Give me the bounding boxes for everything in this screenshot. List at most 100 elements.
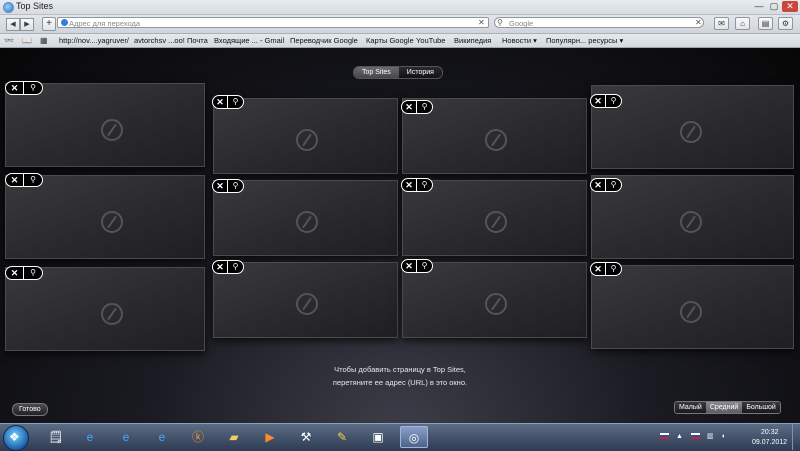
site-thumbnail[interactable]	[402, 180, 587, 256]
pin-icon[interactable]: ⚲	[24, 267, 42, 279]
site-thumbnail[interactable]	[402, 262, 587, 338]
forward-button[interactable]: ▶	[20, 18, 34, 31]
remove-icon[interactable]: ✕	[402, 179, 417, 191]
tray-arrow-icon[interactable]: ▲	[676, 430, 683, 443]
start-button[interactable]: ❖	[3, 425, 29, 451]
show-desktop-button[interactable]	[792, 424, 800, 450]
minimize-button[interactable]: —	[752, 1, 766, 12]
bookmarks-icon[interactable]: 📖	[22, 35, 32, 46]
address-input[interactable]: Адрес для перехода	[57, 17, 489, 28]
gear-icon[interactable]: ⚙	[778, 17, 793, 30]
pin-icon[interactable]: ⚲	[606, 263, 621, 275]
back-button[interactable]: ◀	[6, 18, 20, 31]
remove-icon[interactable]: ✕	[591, 179, 606, 191]
mail-icon[interactable]: ✉	[714, 17, 729, 30]
add-bookmark-button[interactable]: +	[42, 17, 56, 31]
remove-icon[interactable]: ✕	[591, 263, 606, 275]
bookmark-item[interactable]: Входящие ... - Gmail	[214, 35, 284, 46]
pin-icon[interactable]: ⚲	[228, 96, 243, 108]
bookmark-item[interactable]: Переводчик Google	[290, 35, 358, 46]
safari-icon[interactable]: ◎	[400, 426, 428, 448]
top-sites-view: Top Sites История ✕ ⚲ ✕ ⚲ ✕ ⚲ ✕ ⚲ ✕ ⚲ ✕ ⚲ ✕ ⚲ ✕…	[0, 48, 800, 423]
remove-icon[interactable]: ✕	[402, 101, 417, 113]
language-icon[interactable]	[691, 433, 700, 439]
remove-icon[interactable]: ✕	[213, 261, 228, 273]
done-button[interactable]: Готово	[12, 403, 48, 416]
bookmark-folder[interactable]: Новости ▾	[502, 35, 537, 46]
ie-icon[interactable]: e	[112, 426, 140, 448]
thumbnail-controls: ✕ ⚲	[401, 178, 433, 192]
media-player-icon[interactable]: ▶	[256, 426, 284, 448]
flag-ru-icon[interactable]	[660, 433, 669, 439]
tab-top-sites[interactable]: Top Sites	[354, 67, 399, 78]
bookmark-item[interactable]: Карты Google	[366, 35, 414, 46]
site-thumbnail[interactable]	[213, 262, 398, 338]
search-icon: ⚲	[497, 18, 503, 27]
search-clear-button[interactable]: ✕	[695, 17, 702, 29]
grid-icon[interactable]: ▦	[40, 35, 48, 46]
close-button[interactable]: ✕	[782, 1, 798, 12]
ie-icon[interactable]: e	[148, 426, 176, 448]
bookmark-item[interactable]: http://nov....yagruver/	[59, 35, 129, 46]
title-bar: Top Sites — ▢ ✕	[0, 0, 800, 15]
address-bar: + Адрес для перехода ✕	[42, 17, 490, 31]
remove-icon[interactable]: ✕	[6, 82, 24, 94]
safari-compass-icon	[296, 129, 318, 151]
address-clear-button[interactable]: ✕	[478, 17, 485, 29]
thumbnail-controls: ✕ ⚲	[212, 260, 244, 274]
tools-icon[interactable]: ⚒	[292, 426, 320, 448]
network-icon[interactable]: ▥	[707, 430, 714, 443]
bookmark-item[interactable]: YouTube	[416, 35, 445, 46]
hint-line: перетяните ее адрес (URL) в это окно.	[332, 378, 468, 387]
remove-icon[interactable]: ✕	[6, 267, 24, 279]
remove-icon[interactable]: ✕	[402, 260, 417, 272]
site-thumbnail[interactable]	[591, 265, 794, 349]
pin-icon[interactable]: ⚲	[606, 179, 621, 191]
site-thumbnail[interactable]	[213, 98, 398, 174]
clock-date[interactable]: 09.07.2012	[752, 436, 787, 449]
notepad-icon[interactable]: 🗒	[42, 426, 70, 448]
site-icon	[61, 19, 68, 26]
safari-compass-icon	[485, 211, 507, 233]
remove-icon[interactable]: ✕	[213, 180, 228, 192]
pin-icon[interactable]: ⚲	[606, 95, 621, 107]
remove-icon[interactable]: ✕	[591, 95, 606, 107]
maximize-button[interactable]: ▢	[767, 1, 781, 12]
thumbnail-controls: ✕ ⚲	[401, 259, 433, 273]
remove-icon[interactable]: ✕	[213, 96, 228, 108]
site-thumbnail[interactable]	[5, 175, 205, 259]
pin-icon[interactable]: ⚲	[417, 179, 432, 191]
safari-compass-icon	[296, 293, 318, 315]
ie-icon[interactable]: e	[76, 426, 104, 448]
size-medium-button[interactable]: Средний	[705, 402, 743, 413]
safari-compass-icon	[101, 119, 123, 141]
asrock-icon[interactable]: ▣	[364, 426, 392, 448]
thumbnail-controls: ✕ ⚲	[401, 100, 433, 114]
size-switcher: Малый Средний Большой	[674, 401, 781, 414]
safari-icon	[3, 2, 14, 13]
bookmark-folder[interactable]: Популярн... ресурсы ▾	[546, 35, 623, 46]
pin-icon[interactable]: ⚲	[228, 180, 243, 192]
folder-icon[interactable]: ▰	[220, 426, 248, 448]
volume-icon[interactable]: ◖	[721, 430, 725, 443]
pin-icon[interactable]: ⚲	[24, 174, 42, 186]
pin-icon[interactable]: ⚲	[417, 260, 432, 272]
size-small-button[interactable]: Малый	[675, 402, 706, 413]
bookmark-item[interactable]: avtorchsv ...oo! Почта	[134, 35, 208, 46]
odnoklassniki-icon[interactable]: ⓚ	[184, 426, 212, 448]
pin-icon[interactable]: ⚲	[228, 261, 243, 273]
tab-history[interactable]: История	[398, 67, 442, 78]
remove-icon[interactable]: ✕	[6, 174, 24, 186]
search-input[interactable]: Google	[494, 17, 704, 28]
bookmark-item[interactable]: Википедия	[454, 35, 491, 46]
reading-list-icon[interactable]: 👓	[4, 35, 14, 46]
paint-icon[interactable]: ✎	[328, 426, 356, 448]
safari-compass-icon	[485, 129, 507, 151]
home-icon[interactable]: ⌂	[735, 17, 750, 30]
size-large-button[interactable]: Большой	[742, 402, 780, 413]
pin-icon[interactable]: ⚲	[24, 82, 42, 94]
pin-icon[interactable]: ⚲	[417, 101, 432, 113]
site-thumbnail[interactable]	[5, 83, 205, 167]
page-menu-icon[interactable]: ▤	[758, 17, 773, 30]
hint-line: Чтобы добавить страницу в Top Sites,	[334, 365, 466, 374]
